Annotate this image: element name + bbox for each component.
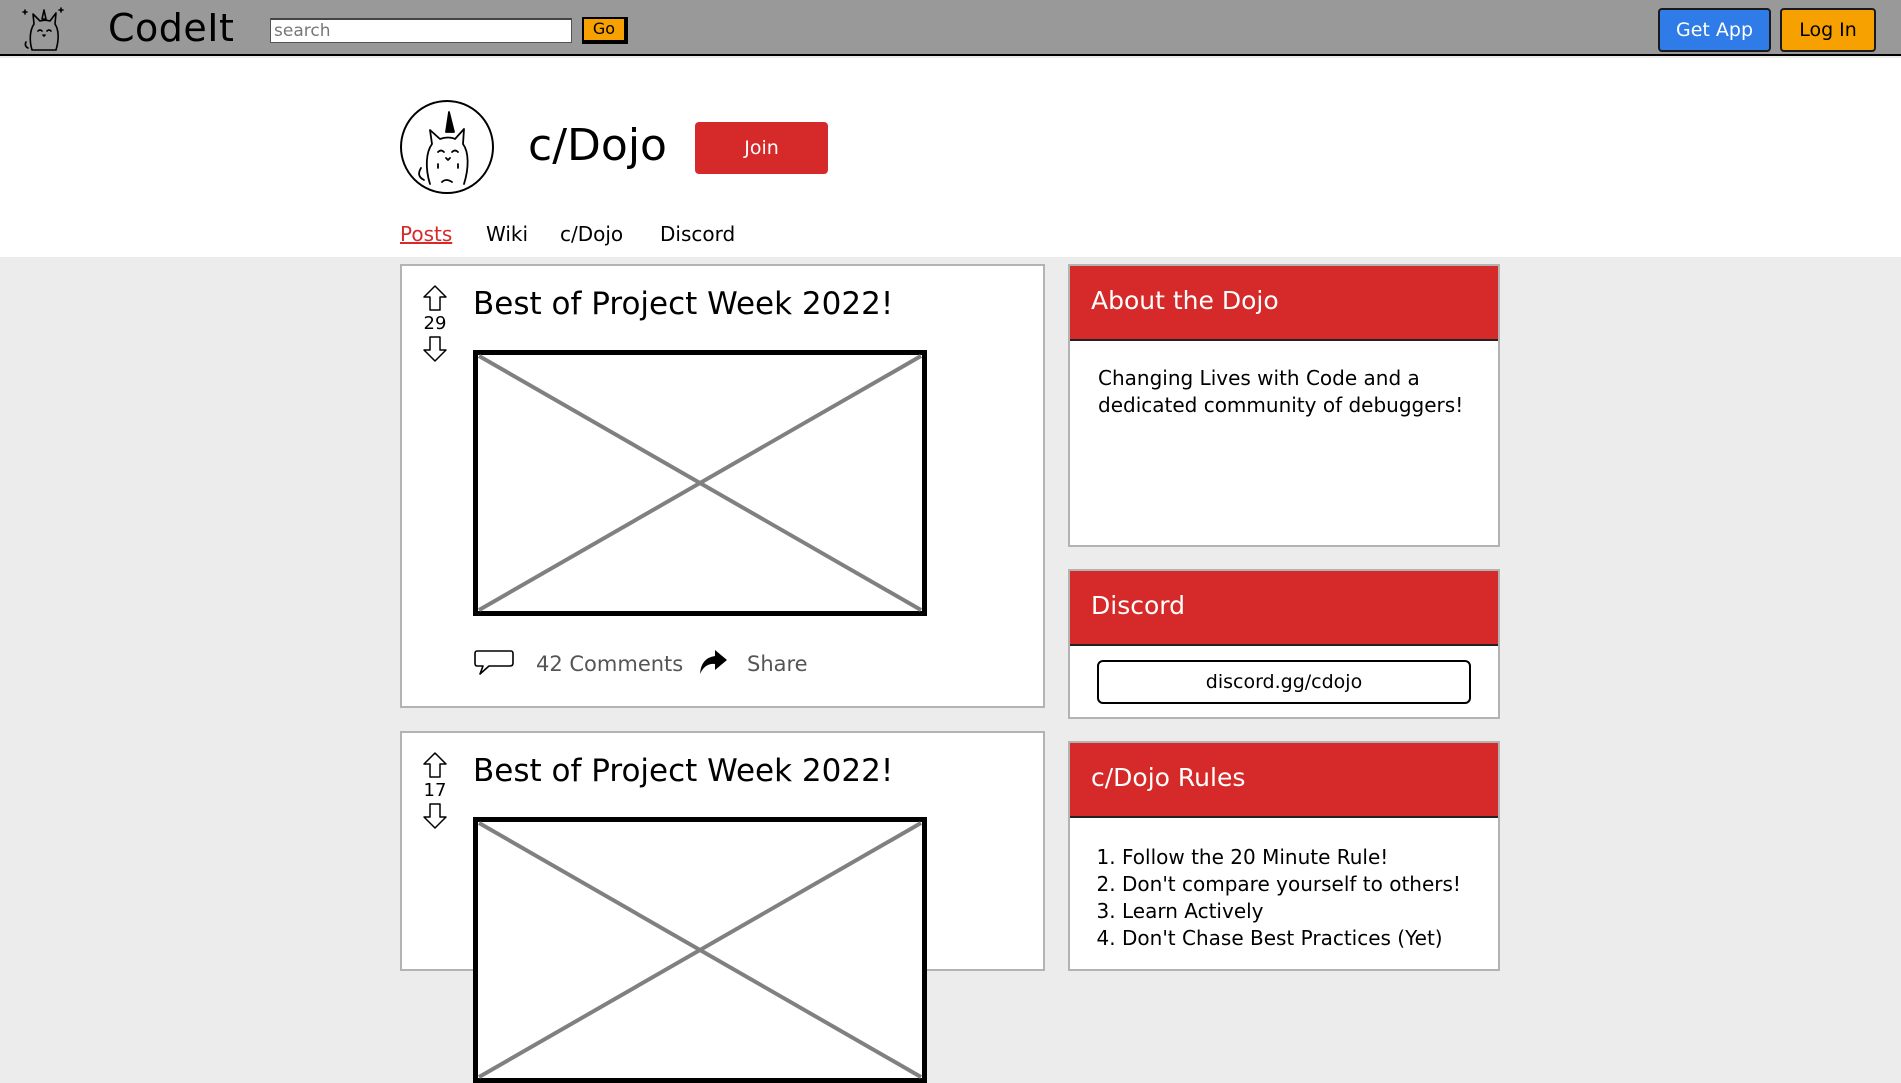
share-link[interactable]: Share bbox=[747, 652, 808, 676]
search-input[interactable] bbox=[270, 18, 572, 43]
get-app-button[interactable]: Get App bbox=[1658, 8, 1771, 52]
share-arrow-icon[interactable] bbox=[698, 648, 728, 678]
downvote-arrow-icon[interactable] bbox=[422, 802, 448, 830]
post-card[interactable]: 17 Best of Project Week 2022! bbox=[400, 731, 1045, 1083]
tab-cdojo[interactable]: c/Dojo bbox=[560, 220, 623, 248]
go-button[interactable]: Go bbox=[582, 17, 628, 44]
discord-link-button[interactable]: discord.gg/cdojo bbox=[1097, 660, 1471, 704]
vote-count: 29 bbox=[423, 313, 447, 334]
upvote-arrow-icon[interactable] bbox=[422, 751, 448, 779]
rule-item: Learn Actively bbox=[1122, 898, 1498, 925]
community-avatar bbox=[400, 100, 494, 194]
comments-link[interactable]: 42 Comments bbox=[536, 652, 683, 676]
unicorn-cat-icon bbox=[418, 111, 469, 185]
rules-list: Follow the 20 Minute Rule! Don't compare… bbox=[1070, 818, 1498, 952]
community-title: c/Dojo bbox=[528, 120, 667, 171]
rules-widget-title: c/Dojo Rules bbox=[1070, 743, 1498, 818]
join-button[interactable]: Join bbox=[695, 122, 828, 174]
about-widget: About the Dojo Changing Lives with Code … bbox=[1068, 264, 1500, 547]
rule-item: Don't Chase Best Practices (Yet) bbox=[1122, 925, 1498, 952]
vote-control: 29 bbox=[420, 284, 450, 363]
vote-control: 17 bbox=[420, 751, 450, 830]
comment-bubble-icon[interactable] bbox=[473, 648, 515, 678]
discord-widget-title: Discord bbox=[1070, 571, 1498, 646]
top-navbar: CodeIt Go Get App Log In bbox=[0, 0, 1901, 56]
upvote-arrow-icon[interactable] bbox=[422, 284, 448, 312]
rule-item: Follow the 20 Minute Rule! bbox=[1122, 844, 1498, 871]
post-card[interactable]: 29 Best of Project Week 2022! 42 Comment… bbox=[400, 264, 1045, 708]
community-header: c/Dojo Join Posts Wiki c/Dojo Discord bbox=[0, 58, 1901, 257]
unicorn-cat-icon[interactable] bbox=[20, 4, 68, 54]
brand-name[interactable]: CodeIt bbox=[108, 4, 234, 52]
rule-item: Don't compare yourself to others! bbox=[1122, 871, 1498, 898]
rules-widget: c/Dojo Rules Follow the 20 Minute Rule! … bbox=[1068, 741, 1500, 971]
tab-discord[interactable]: Discord bbox=[660, 220, 735, 248]
image-placeholder[interactable] bbox=[473, 350, 927, 616]
image-placeholder[interactable] bbox=[473, 817, 927, 1083]
tab-wiki[interactable]: Wiki bbox=[486, 220, 528, 248]
discord-widget: Discord discord.gg/cdojo bbox=[1068, 569, 1500, 719]
post-title[interactable]: Best of Project Week 2022! bbox=[473, 751, 893, 791]
login-button[interactable]: Log In bbox=[1780, 8, 1876, 52]
post-title[interactable]: Best of Project Week 2022! bbox=[473, 284, 893, 324]
tab-posts[interactable]: Posts bbox=[400, 220, 452, 248]
vote-count: 17 bbox=[423, 780, 447, 801]
about-description: Changing Lives with Code and a dedicated… bbox=[1098, 366, 1464, 417]
about-widget-title: About the Dojo bbox=[1070, 266, 1498, 341]
downvote-arrow-icon[interactable] bbox=[422, 335, 448, 363]
